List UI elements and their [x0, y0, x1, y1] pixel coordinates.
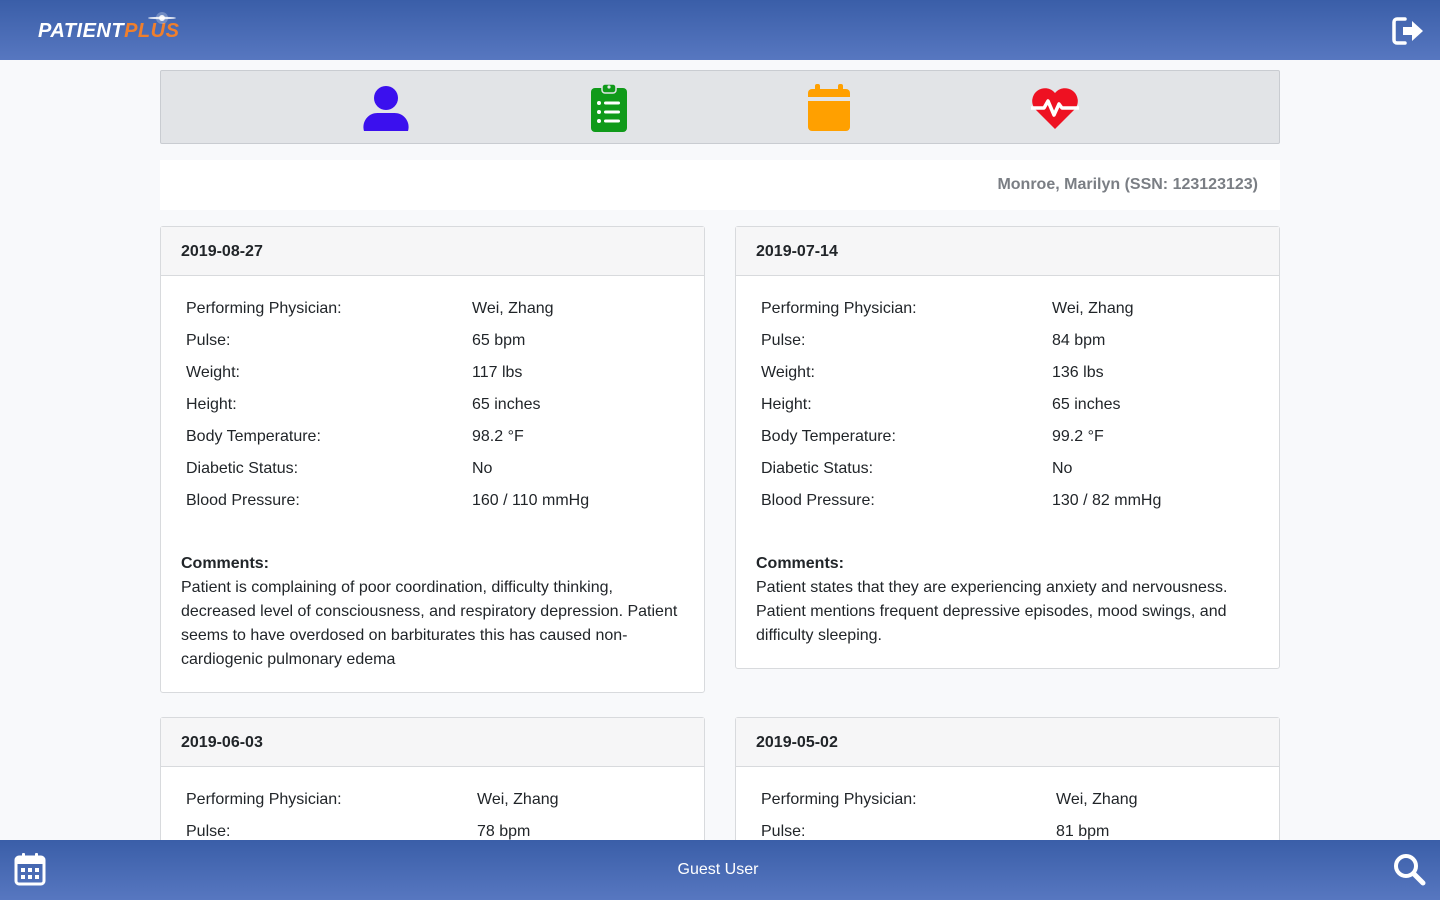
top-bar: PATIENTPLUS — [0, 0, 1440, 60]
current-user-label: Guest User — [677, 861, 759, 878]
physician-label: Performing Physician: — [186, 791, 342, 808]
pulse-value: 65 bpm — [472, 332, 526, 349]
temperature-label: Body Temperature: — [186, 428, 321, 445]
diabetic-row: Diabetic Status: No — [761, 460, 1259, 492]
blood-pressure-row: Blood Pressure: 130 / 82 mmHg — [761, 492, 1259, 524]
visit-card: 2019-05-02 Performing Physician: Wei, Zha… — [735, 717, 1280, 857]
visit-card-header: 2019-08-27 — [161, 227, 704, 276]
visit-card: 2019-08-27 Performing Physician: Wei, Zha… — [160, 226, 705, 693]
height-row: Height: 65 inches — [761, 396, 1259, 428]
visit-date: 2019-07-14 — [756, 243, 838, 260]
pulse-label: Pulse: — [186, 332, 231, 349]
visit-date: 2019-08-27 — [181, 243, 263, 260]
height-label: Height: — [186, 396, 237, 413]
comments-section: Comments: Patient is complaining of poor… — [181, 552, 684, 672]
logo-flare-icon — [148, 12, 176, 24]
comments-text: Patient states that they are experiencin… — [756, 579, 1228, 644]
diabetic-value: No — [472, 460, 493, 477]
comments-text: Patient is complaining of poor coordinat… — [181, 579, 678, 668]
physician-label: Performing Physician: — [761, 791, 917, 808]
weight-row: Weight: 117 lbs — [186, 364, 684, 396]
visit-card-header: 2019-07-14 — [736, 227, 1279, 276]
visit-card: 2019-07-14 Performing Physician: Wei, Zha… — [735, 226, 1280, 669]
search-icon[interactable] — [1392, 852, 1426, 886]
blood-pressure-value: 130 / 82 mmHg — [1052, 492, 1162, 509]
diabetic-value: No — [1052, 460, 1073, 477]
visit-date: 2019-05-02 — [756, 734, 838, 751]
diabetic-label: Diabetic Status: — [186, 460, 299, 477]
physician-row: Performing Physician: Wei, Zhang — [761, 791, 1259, 823]
comments-label: Comments: — [756, 555, 845, 572]
physician-row: Performing Physician: Wei, Zhang — [186, 791, 684, 823]
logout-icon[interactable] — [1392, 16, 1426, 46]
user-icon[interactable] — [360, 83, 412, 133]
pulse-label: Pulse: — [761, 332, 806, 349]
visit-card-header: 2019-06-03 — [161, 718, 704, 767]
temperature-label: Body Temperature: — [761, 428, 896, 445]
weight-row: Weight: 136 lbs — [761, 364, 1259, 396]
patient-header: Monroe, Marilyn (SSN: 123123123) — [160, 160, 1280, 210]
height-label: Height: — [761, 396, 812, 413]
physician-value: Wei, Zhang — [1052, 300, 1134, 317]
visit-card: 2019-06-03 Performing Physician: Wei, Zha… — [160, 717, 705, 857]
weight-label: Weight: — [761, 364, 815, 381]
temperature-value: 98.2 °F — [472, 428, 524, 445]
section-nav-bar — [160, 70, 1280, 144]
comments-label: Comments: — [181, 555, 270, 572]
blood-pressure-label: Blood Pressure: — [186, 492, 300, 509]
logo-text-patient: PATIENT — [38, 20, 125, 42]
temperature-row: Body Temperature: 99.2 °F — [761, 428, 1259, 460]
height-row: Height: 65 inches — [186, 396, 684, 428]
height-value: 65 inches — [472, 396, 541, 413]
comments-section: Comments: Patient states that they are e… — [756, 552, 1259, 648]
weight-value: 136 lbs — [1052, 364, 1104, 381]
physician-label: Performing Physician: — [186, 300, 342, 317]
visit-card-header: 2019-05-02 — [736, 718, 1279, 767]
physician-row: Performing Physician: Wei, Zhang — [186, 300, 684, 332]
weight-value: 117 lbs — [472, 364, 523, 381]
physician-row: Performing Physician: Wei, Zhang — [761, 300, 1259, 332]
pulse-row: Pulse: 84 bpm — [761, 332, 1259, 364]
pulse-value: 84 bpm — [1052, 332, 1106, 349]
diabetic-label: Diabetic Status: — [761, 460, 874, 477]
diabetic-row: Diabetic Status: No — [186, 460, 684, 492]
blood-pressure-row: Blood Pressure: 160 / 110 mmHg — [186, 492, 684, 524]
physician-value: Wei, Zhang — [477, 791, 559, 808]
blood-pressure-label: Blood Pressure: — [761, 492, 875, 509]
height-value: 65 inches — [1052, 396, 1121, 413]
physician-value: Wei, Zhang — [1056, 791, 1138, 808]
physician-label: Performing Physician: — [761, 300, 917, 317]
physician-value: Wei, Zhang — [472, 300, 554, 317]
heartbeat-icon[interactable] — [1029, 83, 1081, 133]
temperature-row: Body Temperature: 98.2 °F — [186, 428, 684, 460]
blood-pressure-value: 160 / 110 mmHg — [472, 492, 590, 509]
temperature-value: 99.2 °F — [1052, 428, 1104, 445]
clipboard-list-icon[interactable] — [583, 83, 635, 133]
patient-name: Monroe, Marilyn (SSN: 123123123) — [997, 176, 1258, 193]
weight-label: Weight: — [186, 364, 240, 381]
pulse-row: Pulse: 65 bpm — [186, 332, 684, 364]
calendar-icon[interactable] — [803, 83, 855, 133]
visit-date: 2019-06-03 — [181, 734, 263, 751]
bottom-bar: Guest User — [0, 840, 1440, 900]
